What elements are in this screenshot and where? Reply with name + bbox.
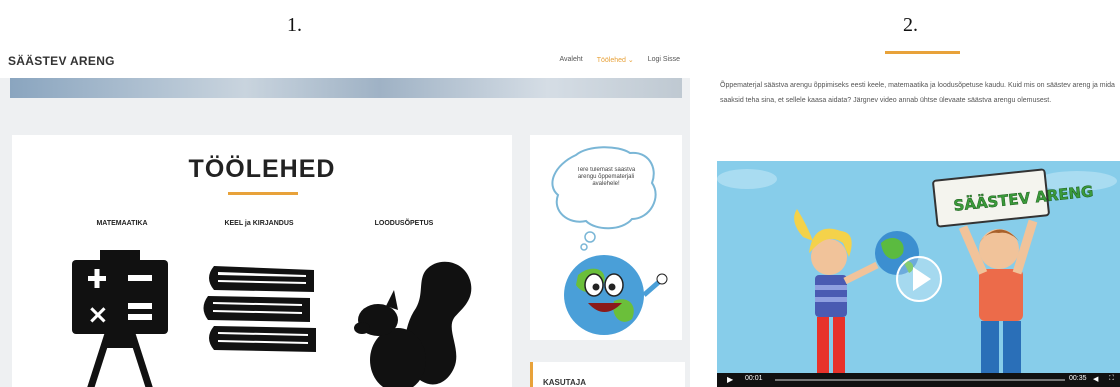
time-total: 00:35 — [1069, 375, 1087, 382]
hero-banner — [10, 78, 682, 98]
intro-paragraph: Õppematerjal säästva arengu õppimiseks e… — [720, 82, 1115, 104]
subject-language-label[interactable]: KEEL ja KIRJANDUS — [199, 220, 319, 227]
books-stack-icon[interactable] — [202, 260, 322, 360]
user-section: KASUTAJA — [530, 362, 685, 387]
figure-label-2: 2. — [903, 14, 918, 36]
time-current: 00:01 — [745, 375, 763, 382]
figure-label-1: 1. — [287, 14, 302, 36]
bubble-text: Tere tulemast säästva arengu õppematerja… — [576, 167, 636, 187]
nav-worksheets[interactable]: Töölehed ⌄ — [597, 56, 634, 64]
math-chalkboard-icon[interactable]: × — [70, 250, 170, 387]
page-title: TÖÖLEHED — [188, 155, 336, 183]
main-nav: Avaleht Töölehed ⌄ Logi Sisse — [559, 56, 680, 64]
squirrel-icon[interactable] — [342, 250, 477, 387]
screenshot-1: SÄÄSTEV ARENG Avaleht Töölehed ⌄ Logi Si… — [0, 45, 690, 387]
worksheets-card: TÖÖLEHED MATEMAATIKA KEEL ja KIRJANDUS L… — [12, 135, 512, 387]
video-player[interactable]: SÄÄSTEV ARENG ▶ 00:01 00:35 ◀ ⛶ — [717, 161, 1120, 387]
subject-nature-label[interactable]: LOODUSÕPETUS — [344, 220, 464, 227]
user-section-label: KASUTAJA — [543, 378, 586, 387]
accent-line — [885, 51, 960, 54]
site-header: SÄÄSTEV ARENG Avaleht Töölehed ⌄ Logi Si… — [0, 45, 690, 78]
site-brand[interactable]: SÄÄSTEV ARENG — [8, 54, 115, 68]
video-progress-bar[interactable] — [775, 379, 1065, 381]
screenshot-2: Õppematerjal säästva arengu õppimiseks e… — [715, 45, 1120, 387]
globe-mascot-illustration: Tere tulemast säästva arengu õppematerja… — [551, 146, 668, 335]
welcome-widget: Tere tulemast säästva arengu õppematerja… — [530, 135, 682, 340]
volume-icon[interactable]: ◀ — [1093, 375, 1098, 383]
subject-math-label[interactable]: MATEMAATIKA — [62, 220, 182, 227]
fullscreen-icon[interactable]: ⛶ — [1109, 375, 1114, 383]
nav-login[interactable]: Logi Sisse — [648, 56, 680, 64]
play-icon[interactable]: ▶ — [727, 375, 733, 384]
nav-home[interactable]: Avaleht — [559, 56, 582, 64]
video-controls: ▶ 00:01 00:35 ◀ ⛶ — [717, 373, 1120, 387]
title-underline — [228, 192, 298, 195]
video-illustration: SÄÄSTEV ARENG — [717, 168, 1117, 373]
svg-text:×: × — [87, 300, 109, 330]
